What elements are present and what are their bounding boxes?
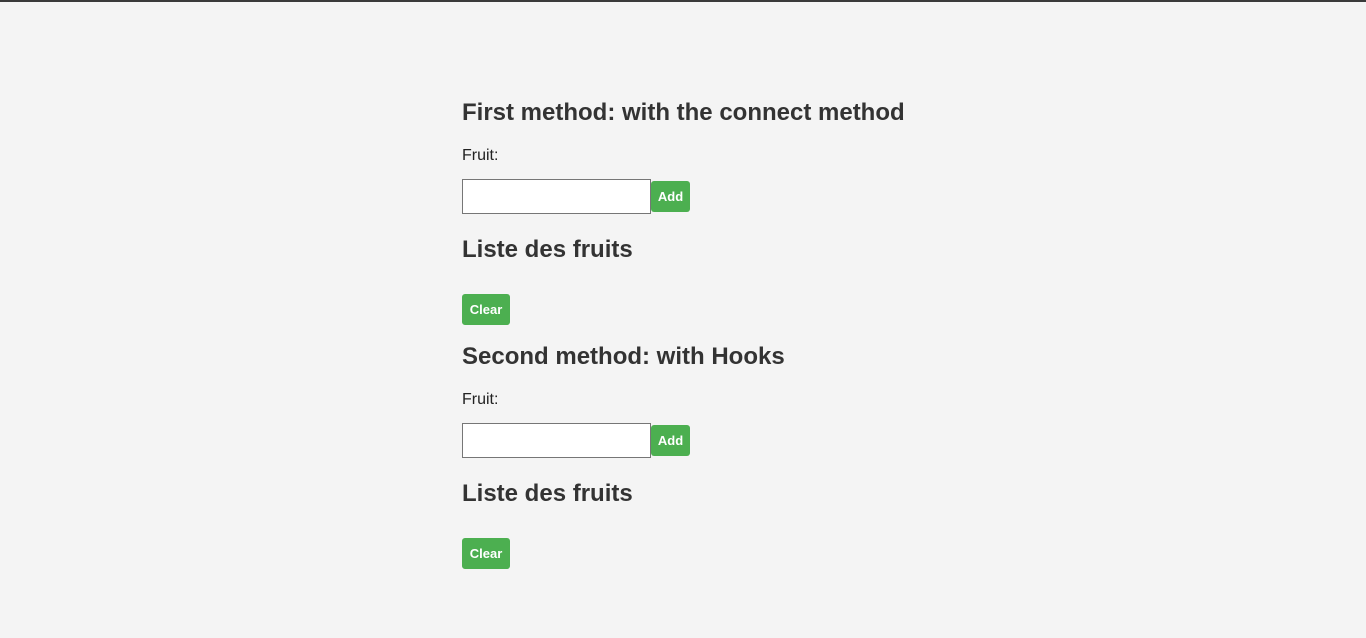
fruit-input[interactable]	[462, 423, 651, 458]
clear-button[interactable]: Clear	[462, 294, 510, 325]
hooks-method-section: Second method: with Hooks Fruit: Add Lis…	[462, 342, 922, 569]
fruit-list-title: Liste des fruits	[462, 236, 633, 263]
fruit-input[interactable]	[462, 179, 651, 214]
fruit-list-title: Liste des fruits	[462, 480, 633, 507]
connect-method-section: First method: with the connect method Fr…	[462, 98, 922, 325]
fruit-input-row: Add	[462, 423, 690, 458]
section-title: Second method: with Hooks	[462, 343, 785, 370]
add-button[interactable]: Add	[651, 181, 690, 212]
fruit-label: Fruit:	[462, 391, 499, 408]
fruit-label: Fruit:	[462, 147, 499, 164]
fruit-input-row: Add	[462, 179, 690, 214]
section-title: First method: with the connect method	[462, 99, 905, 126]
clear-button[interactable]: Clear	[462, 538, 510, 569]
add-button[interactable]: Add	[651, 425, 690, 456]
